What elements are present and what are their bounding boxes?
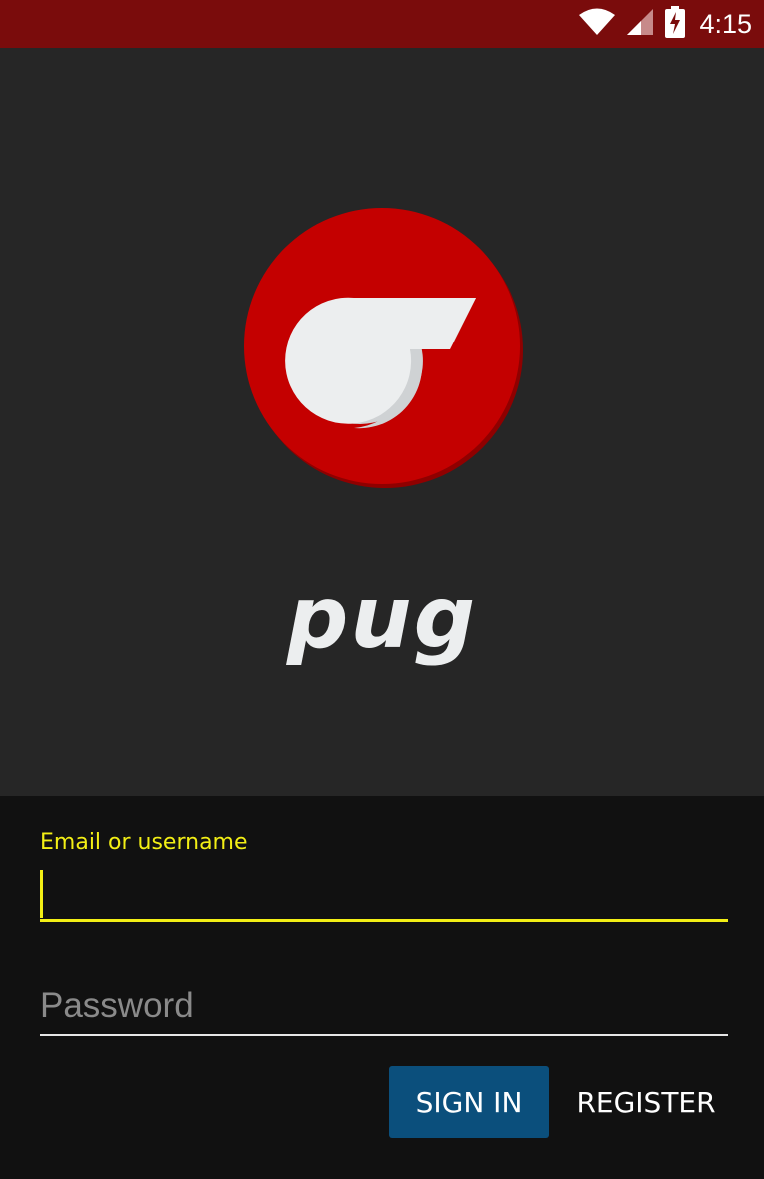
app-logo [242,206,526,495]
text-caret [40,870,43,918]
email-label: Email or username [40,830,248,855]
status-icons: 4:15 [579,0,752,48]
battery-charging-icon [665,5,686,43]
hero-banner: pug [0,48,764,796]
status-bar: 4:15 [0,0,764,48]
password-field[interactable] [40,978,728,1036]
sign-in-button[interactable]: SIGN IN [389,1066,549,1138]
login-form: Email or username SIGN IN REGISTER [0,796,764,1179]
app-name: pug [286,568,478,668]
register-button[interactable]: REGISTER [566,1066,726,1138]
cellular-signal-icon [625,7,655,42]
status-time: 4:15 [699,8,752,39]
whistle-icon [244,208,523,488]
email-field[interactable] [40,866,728,922]
wifi-icon [579,8,616,41]
